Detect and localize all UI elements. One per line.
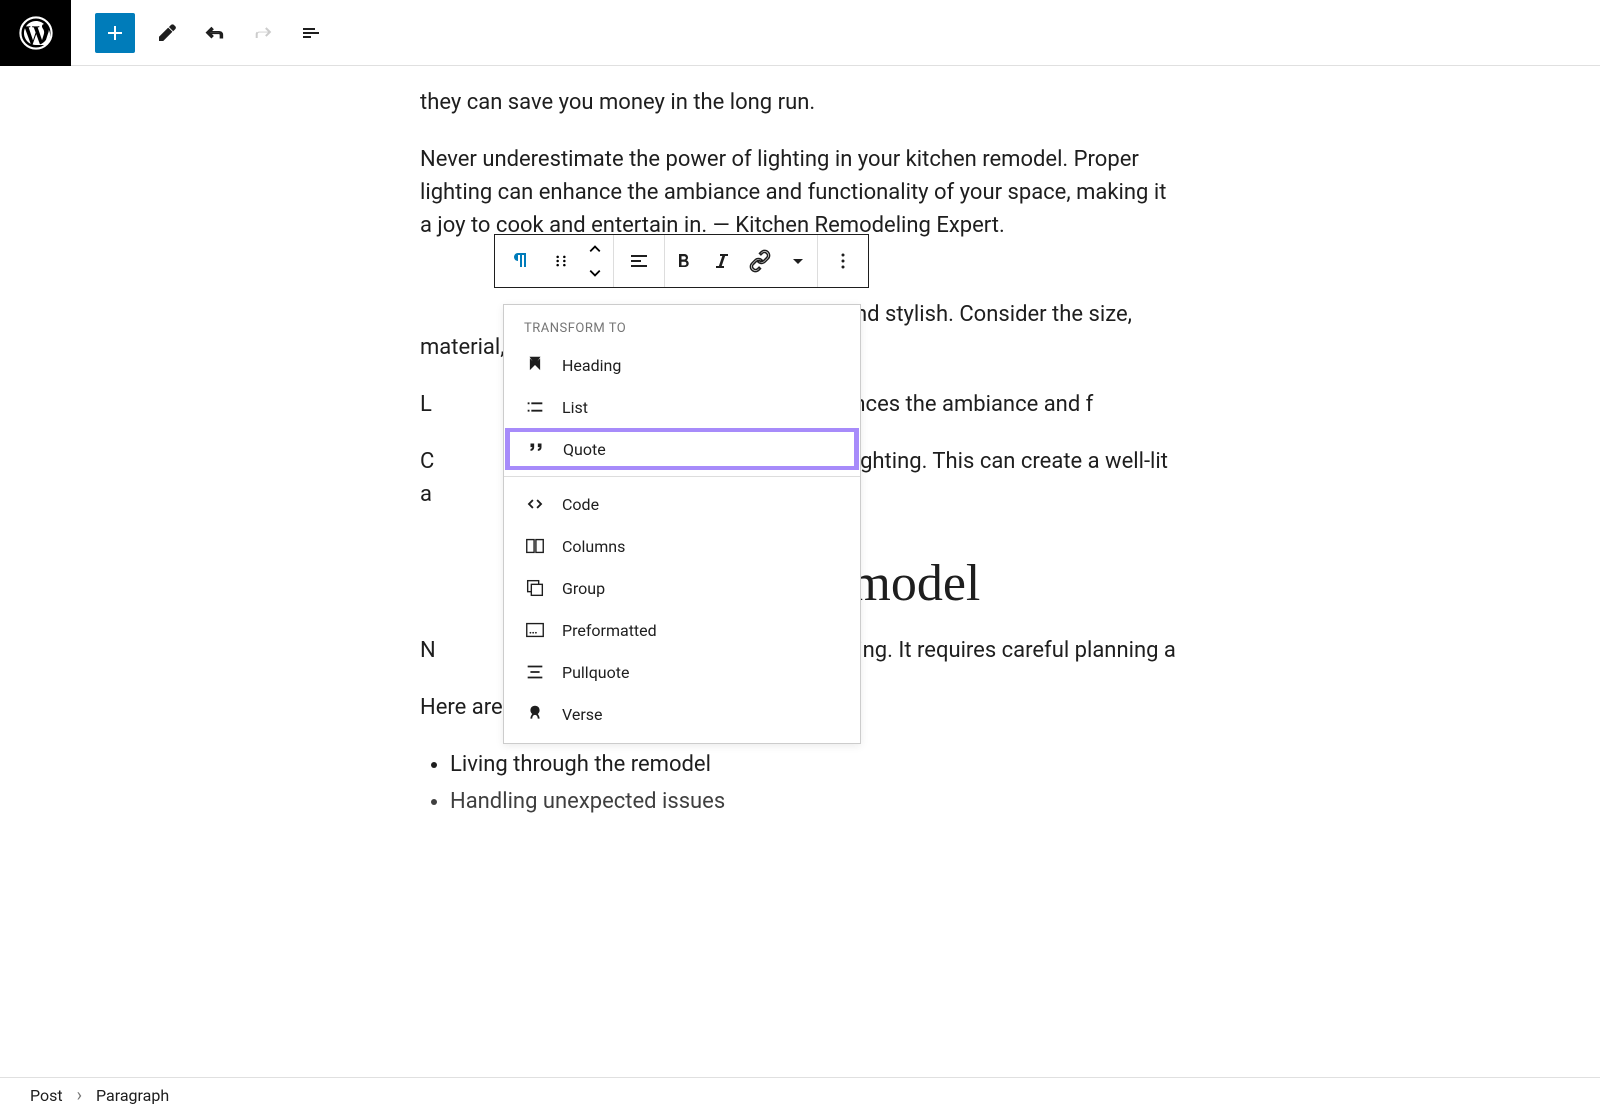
aspects-list[interactable]: Living through the remodel Handling unex… xyxy=(420,748,1180,818)
paragraph-lighting[interactable]: Never underestimate the power of lightin… xyxy=(420,143,1180,242)
transform-label: Code xyxy=(562,495,599,514)
transform-header: TRANSFORM TO xyxy=(504,305,860,344)
transform-item-pullquote[interactable]: Pullquote xyxy=(504,651,860,693)
redo-button[interactable] xyxy=(239,9,287,57)
transform-label: Group xyxy=(562,579,605,598)
quote-icon xyxy=(525,438,547,460)
breadcrumb-current[interactable]: Paragraph xyxy=(96,1086,169,1105)
transform-label: Verse xyxy=(562,705,603,724)
transform-dropdown: TRANSFORM TO Heading List Quote Code Col… xyxy=(503,304,861,744)
block-type-button[interactable] xyxy=(495,235,545,287)
list-item[interactable]: Living through the remodel xyxy=(450,748,1180,781)
group-icon xyxy=(524,577,546,599)
pullquote-icon xyxy=(524,661,546,683)
italic-button[interactable] xyxy=(703,235,741,287)
more-richtext-button[interactable] xyxy=(779,235,817,287)
paragraph-partial-top[interactable]: they can save you money in the long run. xyxy=(420,86,1180,119)
transform-item-verse[interactable]: Verse xyxy=(504,693,860,735)
tools-button[interactable] xyxy=(143,9,191,57)
drag-icon xyxy=(551,251,571,271)
document-outline-button[interactable] xyxy=(287,9,335,57)
chevron-up-icon xyxy=(586,242,604,254)
plus-icon xyxy=(103,21,127,45)
dropdown-divider xyxy=(504,476,860,477)
block-toolbar xyxy=(494,234,869,288)
transform-label: Quote xyxy=(563,440,606,459)
link-icon xyxy=(748,249,772,273)
undo-button[interactable] xyxy=(191,9,239,57)
options-button[interactable] xyxy=(818,235,868,287)
chevron-down-icon xyxy=(786,249,810,273)
transform-label: Pullquote xyxy=(562,663,629,682)
list-item[interactable]: Handling unexpected issues xyxy=(450,785,1180,818)
redo-icon xyxy=(251,21,275,45)
transform-item-code[interactable]: Code xyxy=(504,483,860,525)
transform-item-quote[interactable]: Quote xyxy=(505,428,859,470)
breadcrumb: Post › Paragraph xyxy=(0,1077,1600,1113)
align-left-icon xyxy=(627,249,651,273)
pencil-icon xyxy=(155,21,179,45)
transform-item-preformatted[interactable]: Preformatted xyxy=(504,609,860,651)
move-handle xyxy=(577,235,613,287)
list-icon xyxy=(524,396,546,418)
preformatted-icon xyxy=(524,619,546,641)
columns-icon xyxy=(524,535,546,557)
toolbar-buttons xyxy=(71,9,335,57)
wordpress-icon xyxy=(19,16,53,50)
outline-icon xyxy=(299,21,323,45)
transform-item-list[interactable]: List xyxy=(504,386,860,428)
top-toolbar xyxy=(0,0,1600,66)
drag-handle[interactable] xyxy=(545,251,577,271)
add-block-button[interactable] xyxy=(95,13,135,53)
wordpress-logo[interactable] xyxy=(0,0,71,66)
verse-icon xyxy=(524,703,546,725)
link-button[interactable] xyxy=(741,235,779,287)
heading-icon xyxy=(524,354,546,376)
code-icon xyxy=(524,493,546,515)
transform-item-heading[interactable]: Heading xyxy=(504,344,860,386)
transform-label: Columns xyxy=(562,537,625,556)
breadcrumb-root[interactable]: Post xyxy=(30,1086,63,1105)
chevron-down-icon xyxy=(586,268,604,280)
transform-label: Heading xyxy=(562,356,621,375)
transform-label: Preformatted xyxy=(562,621,657,640)
move-down-button[interactable] xyxy=(583,261,607,287)
paragraph-icon xyxy=(508,249,532,273)
transform-item-columns[interactable]: Columns xyxy=(504,525,860,567)
italic-icon xyxy=(710,249,734,273)
undo-icon xyxy=(203,21,227,45)
move-up-button[interactable] xyxy=(583,235,607,261)
bold-button[interactable] xyxy=(665,235,703,287)
transform-item-group[interactable]: Group xyxy=(504,567,860,609)
transform-label: List xyxy=(562,398,588,417)
breadcrumb-separator: › xyxy=(77,1085,82,1106)
bold-icon xyxy=(672,249,696,273)
more-vertical-icon xyxy=(831,249,855,273)
align-button[interactable] xyxy=(614,235,664,287)
